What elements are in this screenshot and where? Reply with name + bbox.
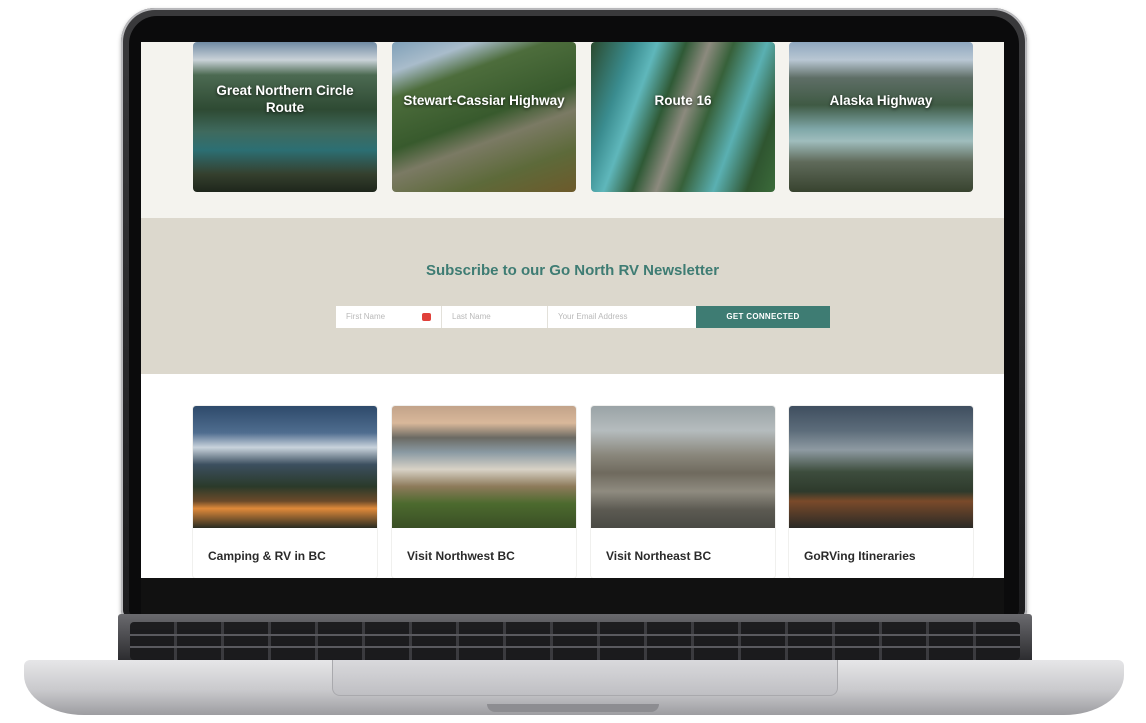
feature-cards-section: Camping & RV in BC Visit Northwest BC Vi… bbox=[141, 374, 1004, 578]
autofill-icon[interactable] bbox=[422, 313, 431, 321]
route-photo-river-gorge bbox=[193, 42, 377, 192]
route-label: Alaska Highway bbox=[829, 93, 933, 108]
route-photo-aerial-river bbox=[591, 42, 775, 192]
email-placeholder: Your Email Address bbox=[558, 312, 628, 321]
card-title: Camping & RV in BC bbox=[208, 549, 326, 563]
first-name-placeholder: First Name bbox=[346, 312, 386, 321]
route-card-great-northern-circle[interactable]: Great Northern Circle Route bbox=[193, 42, 377, 192]
keyboard-row-divider bbox=[130, 634, 1020, 636]
route-card-route-16[interactable]: Route 16 bbox=[591, 42, 775, 192]
lid-opening-notch bbox=[487, 704, 659, 712]
email-field[interactable]: Your Email Address bbox=[548, 306, 696, 328]
route-label: Great Northern Circle Route bbox=[216, 83, 354, 115]
card-photo-rv-campfire bbox=[789, 406, 973, 528]
card-visit-northwest[interactable]: Visit Northwest BC bbox=[392, 406, 576, 578]
card-photo-bighorn-sheep bbox=[591, 406, 775, 528]
card-title: GoRVing Itineraries bbox=[804, 549, 916, 563]
last-name-placeholder: Last Name bbox=[452, 312, 491, 321]
route-card-alaska-highway[interactable]: Alaska Highway bbox=[789, 42, 973, 192]
route-label: Route 16 bbox=[654, 93, 712, 108]
trackpad bbox=[332, 660, 838, 696]
card-title: Visit Northeast BC bbox=[606, 549, 712, 563]
laptop-chin bbox=[141, 578, 1004, 614]
route-label: Stewart-Cassiar Highway bbox=[403, 93, 565, 108]
first-name-field[interactable]: First Name bbox=[336, 306, 442, 328]
routes-section: Great Northern Circle Route Stewart-Cass… bbox=[141, 42, 1004, 218]
get-connected-button[interactable]: GET CONNECTED bbox=[696, 306, 830, 328]
card-camping-rv[interactable]: Camping & RV in BC bbox=[193, 406, 377, 578]
newsletter-section: Subscribe to our Go North RV Newsletter … bbox=[141, 218, 1004, 374]
card-photo-campfire-mountains bbox=[193, 406, 377, 528]
route-photo-lakeside-highway bbox=[789, 42, 973, 192]
newsletter-form: First Name Last Name Your Email Address … bbox=[336, 306, 830, 328]
card-gorving-itineraries[interactable]: GoRVing Itineraries bbox=[789, 406, 973, 578]
last-name-field[interactable]: Last Name bbox=[442, 306, 548, 328]
route-photo-forest-road bbox=[392, 42, 576, 192]
keyboard-row-divider bbox=[130, 646, 1020, 648]
card-photo-coastal-town bbox=[392, 406, 576, 528]
newsletter-title: Subscribe to our Go North RV Newsletter bbox=[425, 262, 720, 279]
keyboard bbox=[130, 622, 1020, 660]
card-visit-northeast[interactable]: Visit Northeast BC bbox=[591, 406, 775, 578]
laptop-mockup: Great Northern Circle Route Stewart-Cass… bbox=[0, 0, 1146, 723]
card-title: Visit Northwest BC bbox=[407, 549, 515, 563]
route-card-stewart-cassiar[interactable]: Stewart-Cassiar Highway bbox=[392, 42, 576, 192]
website-screen: Great Northern Circle Route Stewart-Cass… bbox=[141, 42, 1004, 578]
